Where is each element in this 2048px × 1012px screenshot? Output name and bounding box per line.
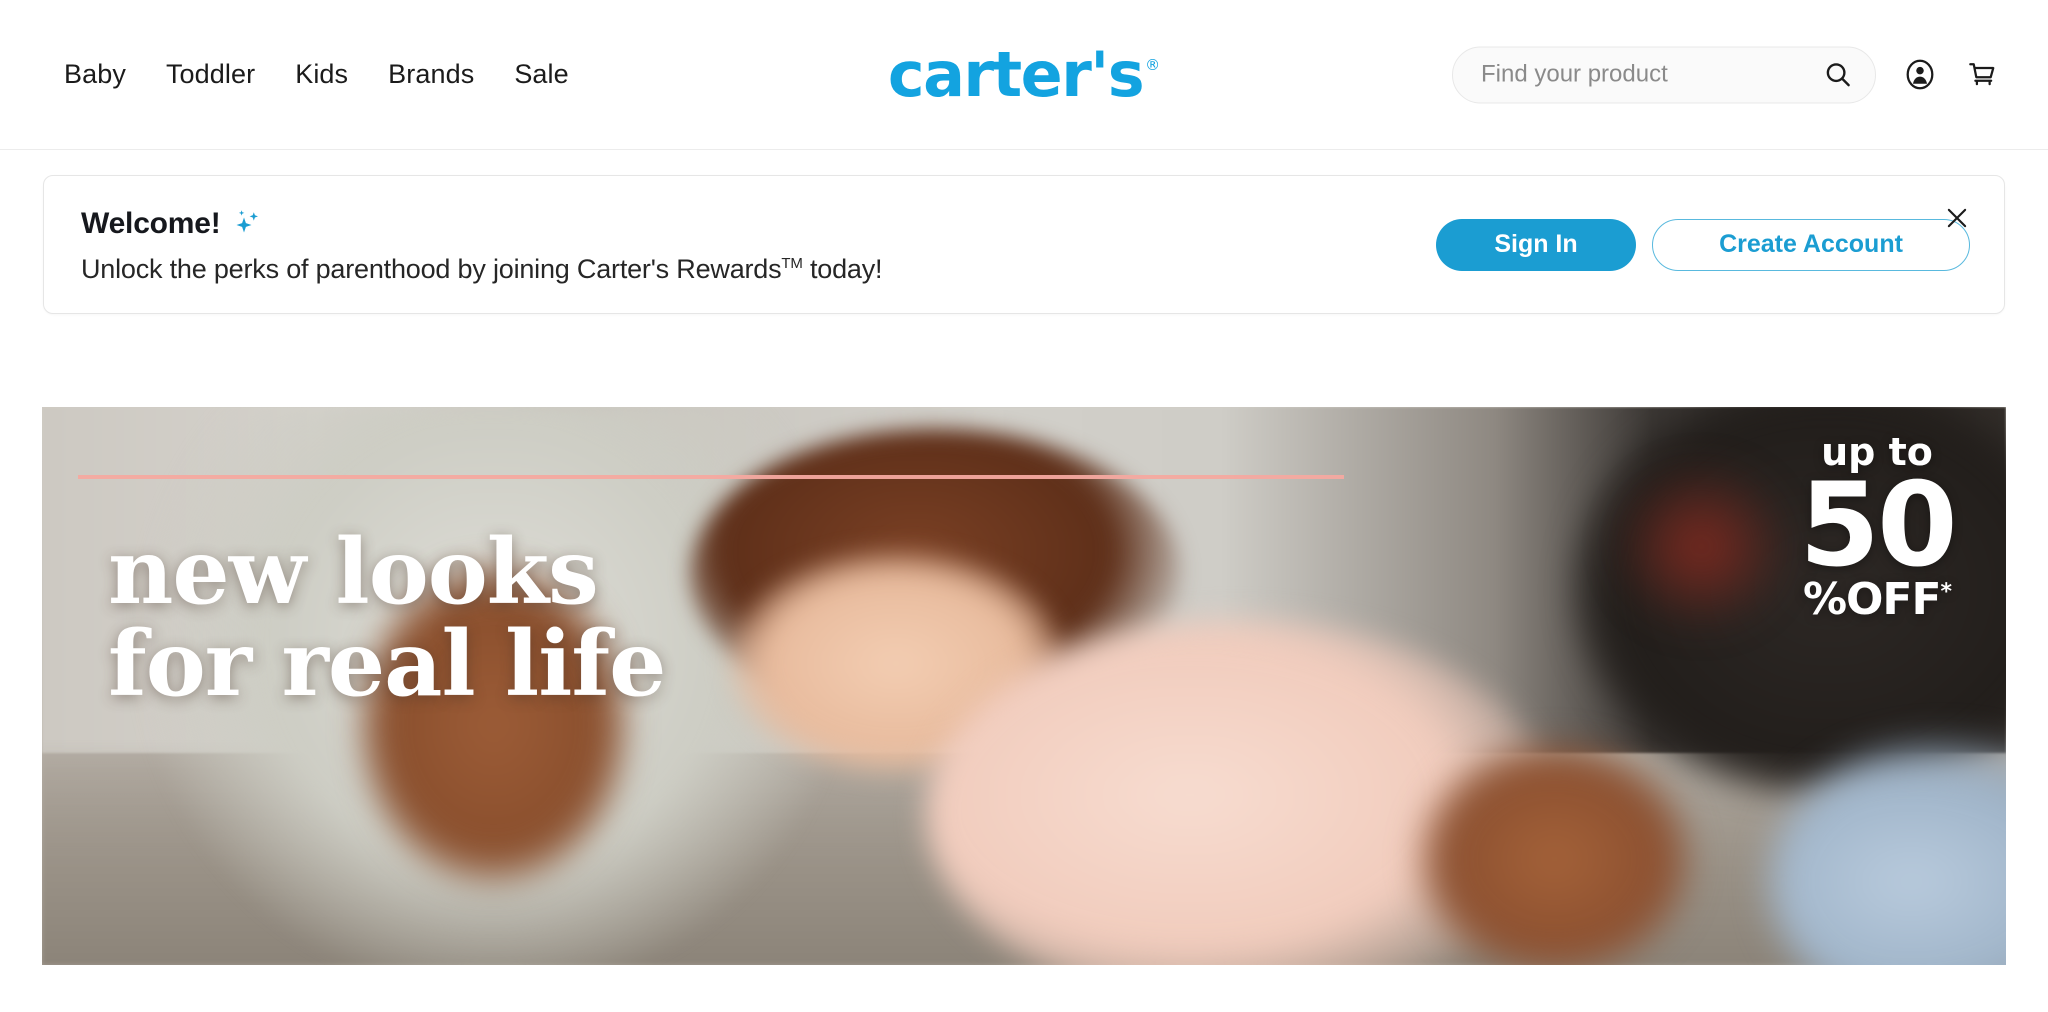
search-icon[interactable] — [1823, 60, 1853, 90]
create-account-button[interactable]: Create Account — [1652, 218, 1970, 271]
welcome-title: Welcome! — [81, 207, 221, 240]
welcome-subtitle: Unlock the perks of parenthood by joinin… — [81, 253, 883, 285]
close-banner-button[interactable] — [1940, 201, 1974, 235]
primary-navigation: Baby Toddler Kids Brands Sale — [64, 59, 569, 90]
welcome-banner: Welcome! Unlock the perks of parenthood … — [43, 175, 2005, 314]
nav-item-sale[interactable]: Sale — [514, 59, 568, 90]
logo-wordmark: carter's — [887, 37, 1145, 111]
welcome-title-row: Welcome! — [81, 205, 882, 244]
hero-offer: up to 50 %OFF* — [1772, 433, 1982, 622]
hero-headline: new looks for real life — [108, 519, 666, 717]
welcome-banner-copy: Welcome! Unlock the perks of parenthood … — [81, 205, 883, 285]
hero-headline-line-2: for real life — [108, 610, 666, 717]
search-input[interactable] — [1481, 60, 1823, 89]
welcome-banner-actions: Sign In Create Account — [1436, 218, 1970, 271]
welcome-subtitle-suffix: today! — [802, 253, 883, 284]
nav-item-baby[interactable]: Baby — [64, 59, 126, 90]
nav-item-toddler[interactable]: Toddler — [166, 59, 255, 90]
registered-trademark-icon: ® — [1145, 55, 1161, 74]
hero-headline-line-1: new looks — [108, 519, 599, 625]
sparkles-icon — [231, 205, 265, 244]
nav-item-kids[interactable]: Kids — [295, 59, 348, 90]
hero-offer-off: %OFF* — [1772, 577, 1982, 622]
hero-offer-off-text: %OFF — [1802, 573, 1942, 625]
cart-icon[interactable] — [1964, 57, 2000, 93]
welcome-subtitle-prefix: Unlock the perks of parenthood by joinin… — [81, 253, 782, 284]
sign-in-button[interactable]: Sign In — [1436, 218, 1636, 271]
nav-item-brands[interactable]: Brands — [388, 59, 474, 90]
hero-banner[interactable]: new looks for real life up to 50 %OFF* — [42, 407, 2006, 965]
trademark-icon: TM — [781, 254, 803, 272]
search-box[interactable] — [1452, 46, 1876, 103]
header-actions — [1452, 46, 2000, 103]
carters-logo[interactable]: carter's ® — [887, 37, 1161, 111]
hero-rule — [78, 475, 1344, 479]
account-icon[interactable] — [1902, 57, 1938, 93]
site-header: Baby Toddler Kids Brands Sale carter's ® — [0, 0, 2048, 150]
hero-offer-number: 50 — [1799, 458, 1957, 593]
hero-offer-asterisk: * — [1940, 579, 1952, 605]
